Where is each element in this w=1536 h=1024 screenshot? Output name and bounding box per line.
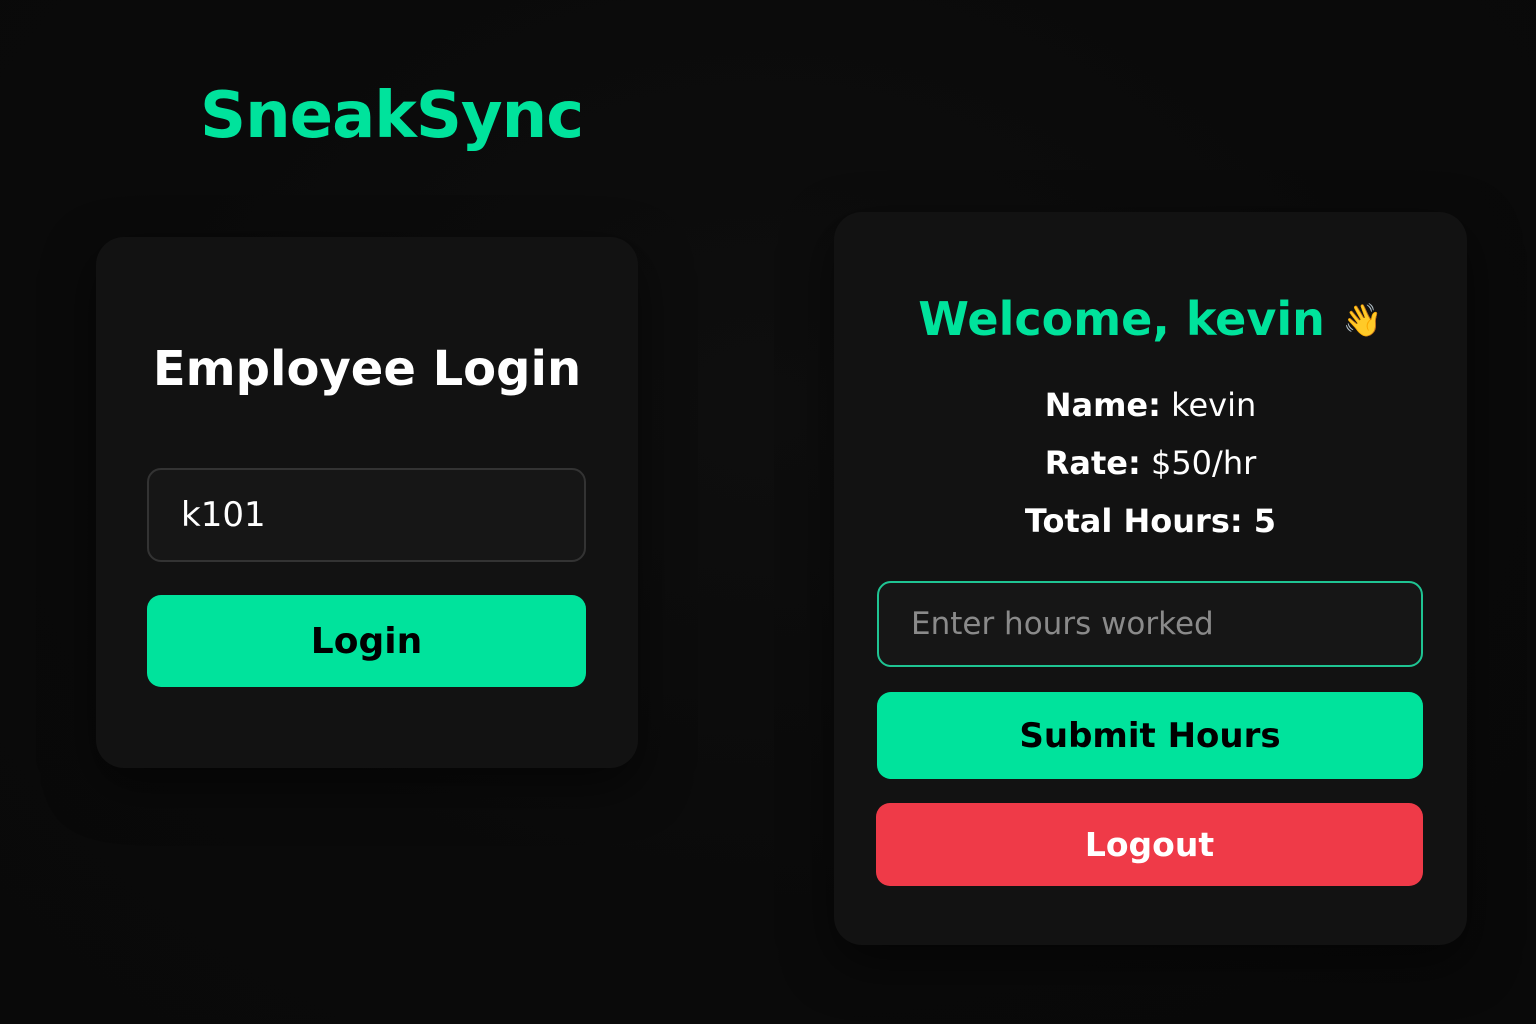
name-label: Name:	[1044, 386, 1161, 424]
employee-name-row: Name: kevin	[834, 389, 1467, 421]
total-hours-row: Total Hours: 5	[834, 505, 1467, 537]
waving-hand-icon: 👋	[1342, 301, 1383, 339]
welcome-text: Welcome, kevin	[918, 292, 1325, 346]
login-card: Employee Login Login	[96, 237, 638, 768]
welcome-heading: Welcome, kevin 👋	[834, 296, 1467, 342]
name-value: kevin	[1171, 386, 1257, 424]
login-button[interactable]: Login	[147, 595, 586, 687]
hours-worked-input[interactable]	[877, 581, 1423, 667]
submit-hours-button[interactable]: Submit Hours	[877, 692, 1423, 779]
app-screen: SneakSync Employee Login Login Welcome, …	[0, 0, 1536, 1024]
total-hours-value: 5	[1253, 502, 1277, 540]
employee-rate-row: Rate: $50/hr	[834, 447, 1467, 479]
brand-logo: SneakSync	[200, 79, 584, 153]
login-title: Employee Login	[152, 341, 582, 397]
rate-value: $50/hr	[1150, 444, 1257, 482]
employee-id-input[interactable]	[147, 468, 586, 562]
total-hours-label: Total Hours:	[1024, 502, 1243, 540]
logout-button[interactable]: Logout	[876, 803, 1423, 886]
dashboard-card: Welcome, kevin 👋 Name: kevin Rate: $50/hr…	[834, 212, 1467, 945]
rate-label: Rate:	[1044, 444, 1141, 482]
